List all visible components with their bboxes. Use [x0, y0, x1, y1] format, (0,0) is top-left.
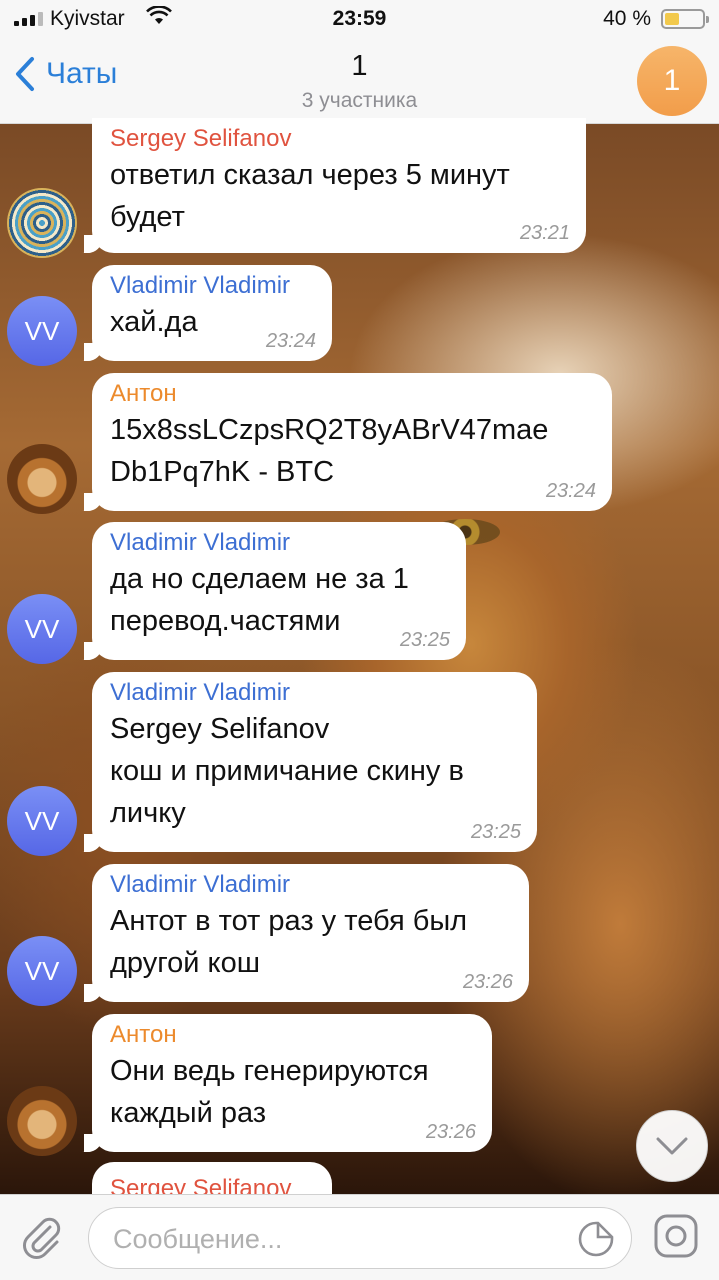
- message[interactable]: Vladimir Vladimir Антот в тот раз у тебя…: [84, 864, 529, 1002]
- chat-participants: 3 участника: [301, 89, 418, 112]
- camera-icon: [654, 1214, 698, 1258]
- avatar-anton[interactable]: [7, 1086, 77, 1156]
- message-text: ответил сказал через 5 минут будет: [110, 159, 510, 233]
- message[interactable]: Sergey Selifanov ответил сказал через 5 …: [84, 118, 586, 253]
- chevron-down-icon: [656, 1137, 688, 1155]
- message-sender: Vladimir Vladimir: [110, 272, 291, 299]
- message-time: 23:24: [265, 330, 316, 352]
- message-input-bar: [0, 1194, 719, 1280]
- message[interactable]: Антон Они ведь генерируются каждый раз 2…: [84, 1014, 492, 1152]
- battery-icon: [661, 9, 709, 29]
- message-text: Они ведь генерируются каждый раз: [110, 1055, 429, 1129]
- camera-button[interactable]: [653, 1213, 699, 1264]
- message[interactable]: Vladimir Vladimir хай.да 23:24: [84, 265, 332, 361]
- message-sender: Vladimir Vladimir: [110, 871, 291, 898]
- message-time: 23:24: [545, 480, 596, 502]
- sticker-icon: [578, 1221, 614, 1257]
- message-sender: Антон: [110, 1021, 177, 1048]
- sticker-button[interactable]: [577, 1220, 615, 1263]
- avatar-vladimir[interactable]: VV: [7, 936, 77, 1006]
- message[interactable]: Vladimir Vladimir да но сделаем не за 1 …: [84, 522, 466, 660]
- message-sender: Vladimir Vladimir: [110, 529, 291, 556]
- message-time: 23:21: [519, 222, 570, 244]
- message-time: 23:26: [462, 971, 513, 993]
- message-time: 23:25: [399, 629, 450, 651]
- message-time: 23:26: [425, 1121, 476, 1143]
- message-text: Антот в тот раз у тебя был другой кош: [110, 905, 468, 979]
- avatar-vladimir[interactable]: VV: [7, 594, 77, 664]
- message-input[interactable]: [111, 1208, 565, 1270]
- chat-header: Чаты 1 3 участника 1: [0, 38, 719, 124]
- back-button[interactable]: Чаты: [14, 56, 117, 92]
- avatar-anton[interactable]: [7, 444, 77, 514]
- status-bar: Kyivstar 23:59 40 %: [0, 0, 719, 38]
- battery-percent: 40 %: [603, 7, 651, 30]
- avatar-vladimir[interactable]: VV: [7, 786, 77, 856]
- message-field: [88, 1207, 632, 1270]
- message-sender: Антон: [110, 380, 177, 407]
- attach-button[interactable]: [20, 1215, 64, 1266]
- message[interactable]: Антон 15x8ssLCzpsRQ2T8yABrV47mae Db1Pq7h…: [84, 373, 612, 511]
- avatar-sergey[interactable]: [7, 188, 77, 258]
- message[interactable]: Sergey Selifanov: [92, 1162, 332, 1194]
- message-text: да но сделаем не за 1 перевод.частями: [110, 563, 409, 637]
- message-time: 23:25: [470, 821, 521, 843]
- group-avatar[interactable]: 1: [637, 46, 707, 116]
- message[interactable]: Vladimir Vladimir Sergey Selifanov кош и…: [84, 672, 537, 852]
- avatar-vladimir[interactable]: VV: [7, 296, 77, 366]
- chevron-left-icon: [16, 57, 34, 91]
- carrier-name: Kyivstar: [50, 7, 125, 30]
- scroll-down-button[interactable]: [636, 1110, 708, 1182]
- paperclip-icon: [23, 1217, 61, 1259]
- back-label: Чаты: [46, 57, 118, 90]
- message-sender: Sergey Selifanov: [110, 125, 292, 152]
- message-sender: Vladimir Vladimir: [110, 679, 291, 706]
- wifi-icon: [146, 5, 172, 32]
- message-sender: Sergey Selifanov: [110, 1175, 292, 1194]
- message-text: 15x8ssLCzpsRQ2T8yABrV47mae Db1Pq7hK - BT…: [110, 414, 549, 488]
- message-text: Sergey Selifanov кош и примичание скину …: [110, 713, 464, 829]
- signal-icon: [14, 12, 43, 26]
